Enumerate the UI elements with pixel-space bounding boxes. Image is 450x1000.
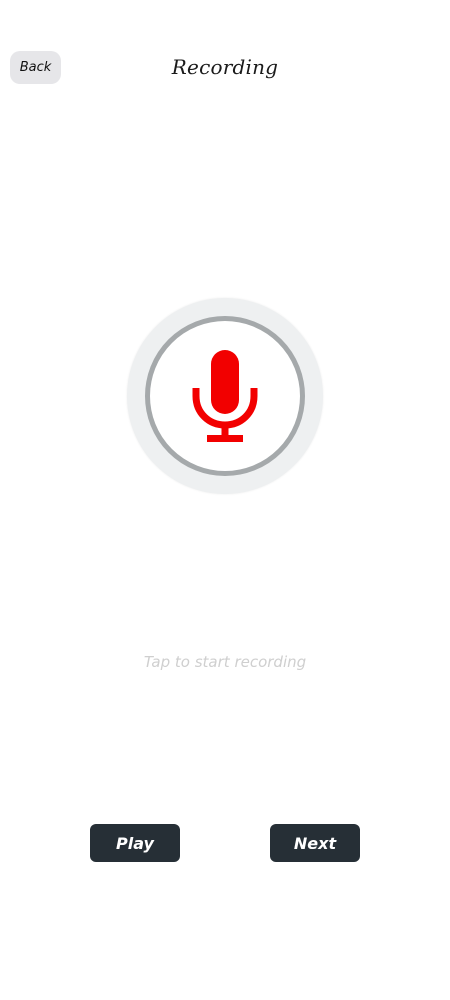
page-title: Recording <box>171 55 279 79</box>
play-button[interactable]: Play <box>90 824 180 862</box>
next-button[interactable]: Next <box>270 824 360 862</box>
microphone-icon[interactable] <box>185 346 265 446</box>
recording-screen: Back Recording Tap to start recording Pl… <box>0 0 450 1000</box>
hint-text: Tap to start recording <box>143 653 307 671</box>
